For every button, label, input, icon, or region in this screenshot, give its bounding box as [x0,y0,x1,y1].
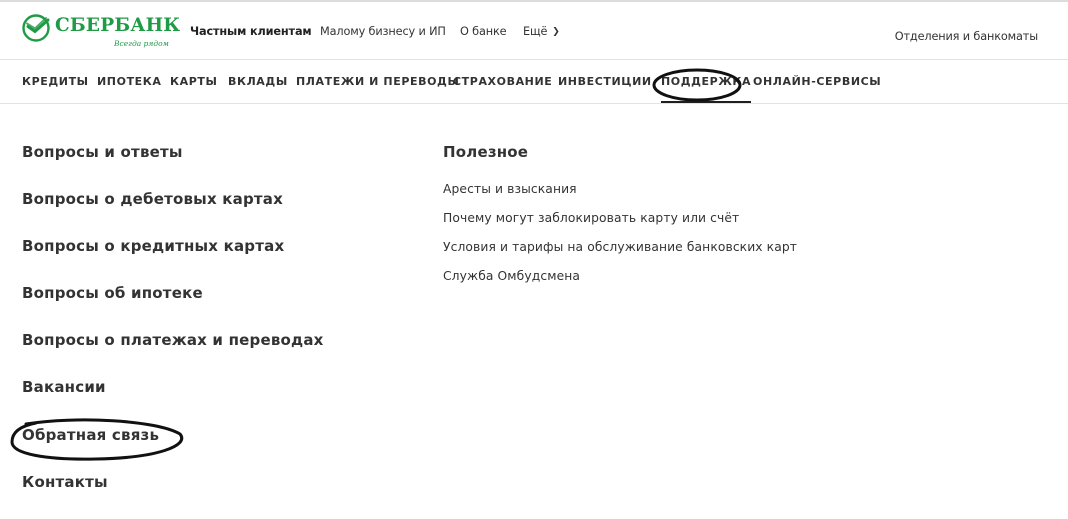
useful-heading: Полезное [443,143,529,161]
segment-more-dropdown[interactable]: Ещё ❯ [523,25,560,38]
segment-about-bank[interactable]: О банке [460,25,507,38]
card-block-reasons-link[interactable]: Почему могут заблокировать карту или счё… [443,211,739,225]
logo-wordmark: СБЕРБАНК [55,15,181,36]
main-nav: КРЕДИТЫ ИПОТЕКА КАРТЫ ВКЛАДЫ ПЛАТЕЖИ И П… [0,60,1068,104]
page: СБЕРБАНК Всегда рядом Частным клиентам М… [0,0,1068,519]
segment-private-clients[interactable]: Частным клиентам [190,25,312,38]
nav-mortgage[interactable]: ИПОТЕКА [97,75,162,88]
mortgage-faq-link[interactable]: Вопросы об ипотеке [22,284,203,302]
segment-more-label: Ещё [523,25,548,38]
nav-online-services[interactable]: ОНЛАЙН-СЕРВИСЫ [753,75,881,88]
credit-cards-faq-link[interactable]: Вопросы о кредитных картах [22,237,284,255]
branches-atms-link[interactable]: Отделения и банкоматы [895,30,1038,43]
nav-investments[interactable]: ИНВЕСТИЦИИ [558,75,652,88]
ombudsman-link[interactable]: Служба Омбудсмена [443,269,580,283]
faq-link[interactable]: Вопросы и ответы [22,143,183,161]
feedback-link[interactable]: Обратная связь [22,426,159,444]
nav-payments-transfers[interactable]: ПЛАТЕЖИ И ПЕРЕВОДЫ [296,75,459,88]
card-tariffs-link[interactable]: Условия и тарифы на обслуживание банковс… [443,240,797,254]
sberbank-logo-icon [22,14,50,42]
chevron-down-icon: ❯ [552,27,560,37]
nav-credits[interactable]: КРЕДИТЫ [22,75,89,88]
debit-cards-faq-link[interactable]: Вопросы о дебетовых картах [22,190,283,208]
nav-insurance[interactable]: СТРАХОВАНИЕ [453,75,552,88]
sberbank-logo[interactable]: СБЕРБАНК Всегда рядом [22,12,180,54]
top-bar: СБЕРБАНК Всегда рядом Частным клиентам М… [0,0,1068,60]
nav-support[interactable]: ПОДДЕРЖКА [661,75,752,103]
arrests-link[interactable]: Аресты и взыскания [443,182,577,196]
payments-faq-link[interactable]: Вопросы о платежах и переводах [22,331,324,349]
contacts-link[interactable]: Контакты [22,473,108,491]
vacancies-link[interactable]: Вакансии [22,378,106,396]
nav-deposits[interactable]: ВКЛАДЫ [228,75,288,88]
segment-small-business[interactable]: Малому бизнесу и ИП [320,25,446,38]
nav-cards[interactable]: КАРТЫ [170,75,217,88]
logo-tagline: Всегда рядом [114,39,169,48]
